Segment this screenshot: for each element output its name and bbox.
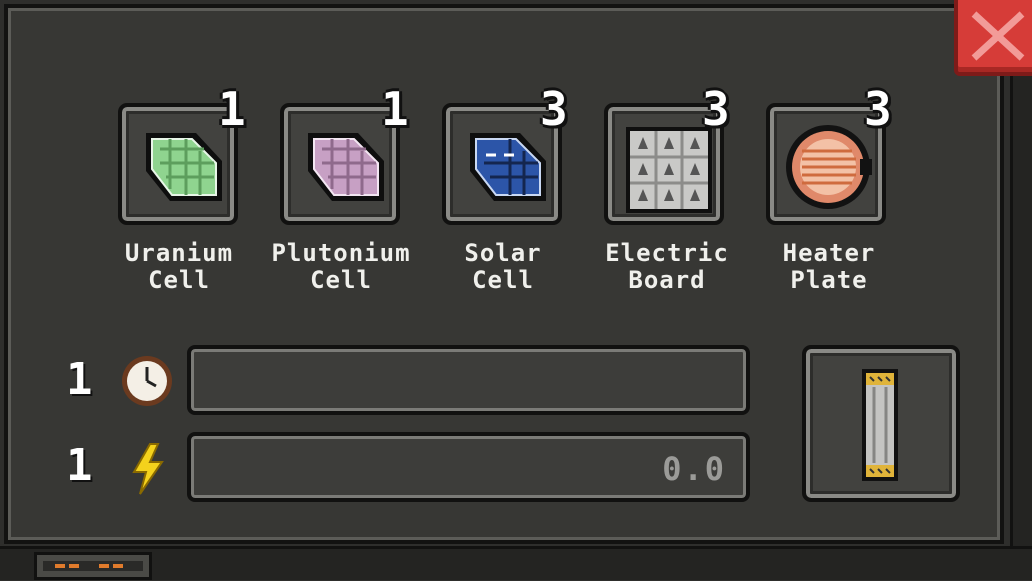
clock-icon [122,356,172,406]
solar-cell-icon [470,133,546,201]
tab-handle[interactable] [34,552,152,580]
bottom-frame [0,546,1032,580]
close-x-icon [971,11,1025,61]
time-count: 1 [66,354,93,405]
output-slot[interactable] [802,345,960,502]
electric-board-icon [626,127,712,213]
item-label: Plutonium Cell [271,239,411,294]
lightning-icon [132,443,164,495]
item-label: Uranium Cell [124,239,234,294]
item-count: 3 [702,82,730,136]
item-count: 1 [381,82,409,136]
handle-grip-icon [43,561,143,571]
item-count: 1 [218,82,246,136]
side-frame [1010,0,1032,580]
time-progress-bar [187,345,750,415]
uranium-cell-icon [146,133,222,201]
energy-value: 0.0 [662,450,726,488]
item-count: 3 [540,82,568,136]
fuel-rod-icon [862,369,898,481]
energy-bar: 0.0 [187,432,750,502]
item-count: 3 [864,82,892,136]
item-label: Solar Cell [464,239,542,294]
close-button[interactable] [954,0,1032,76]
energy-count: 1 [66,440,93,491]
plutonium-cell-icon [308,133,384,201]
heater-plate-icon [786,125,872,209]
item-label: Heater Plate [782,239,876,294]
item-label: Electric Board [605,239,729,294]
